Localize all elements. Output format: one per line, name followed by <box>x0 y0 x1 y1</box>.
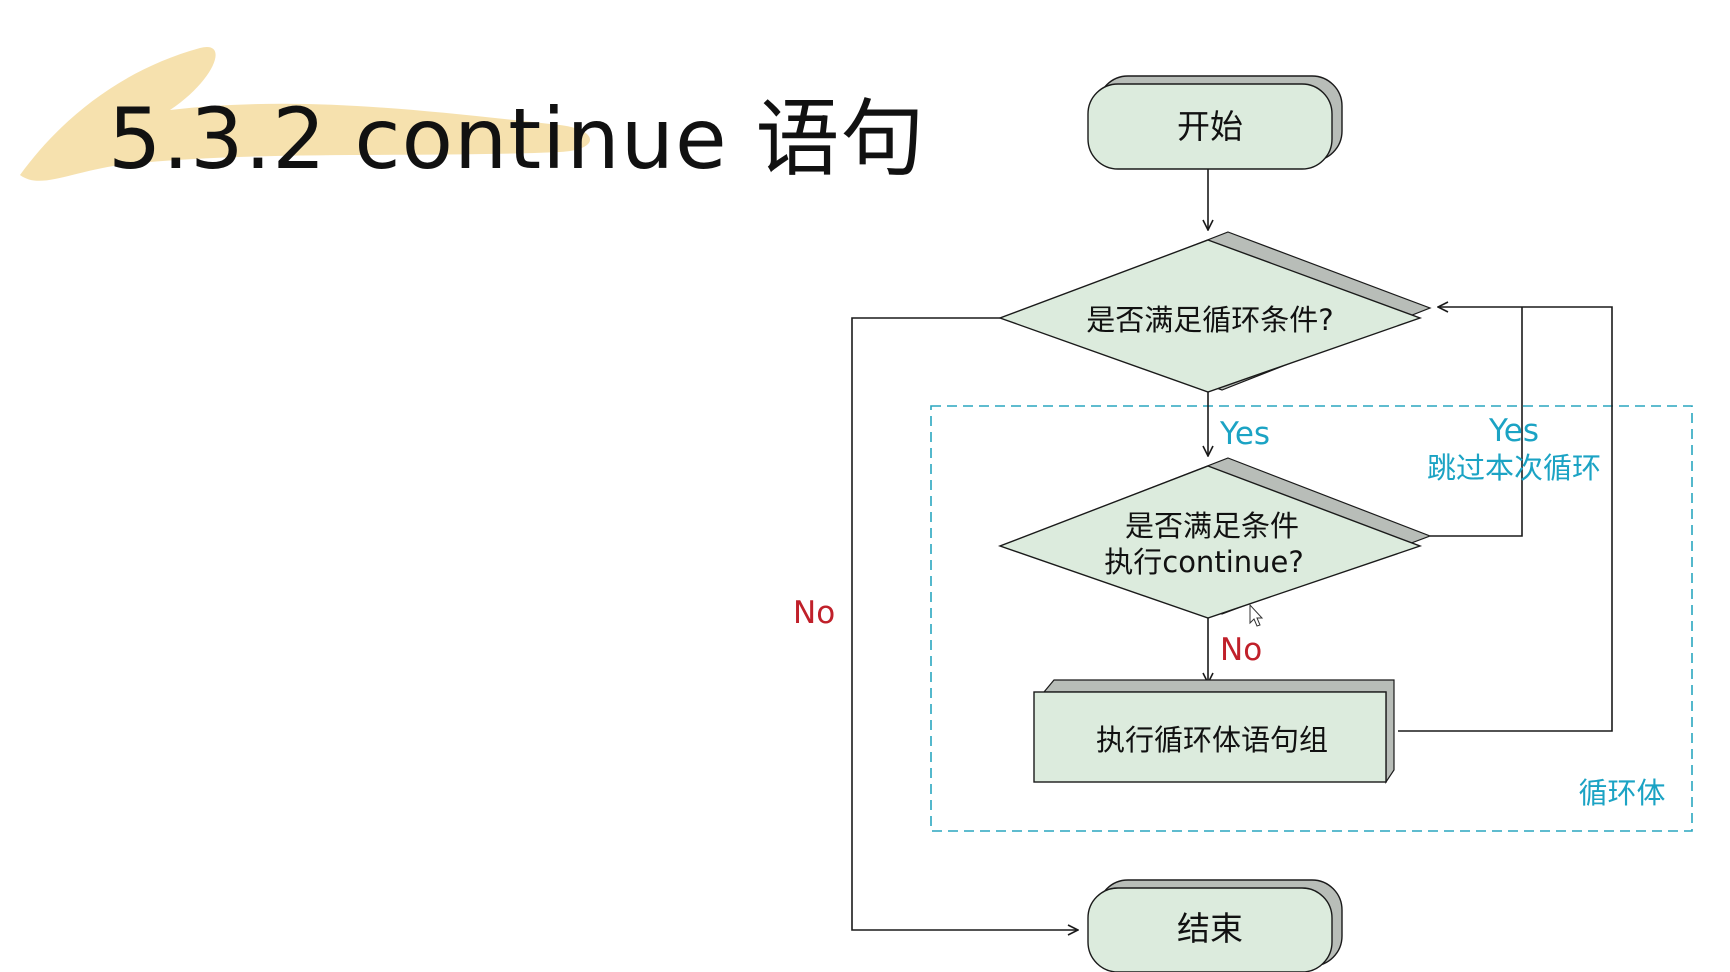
yes-label-continue: Yes <box>1488 413 1539 449</box>
continue-condition-label-2: 执行continue? <box>1104 545 1304 579</box>
mouse-cursor-icon <box>1249 603 1264 627</box>
loop-body-node[interactable]: 执行循环体语句组 <box>1033 679 1395 784</box>
skip-iteration-label: 跳过本次循环 <box>1427 451 1601 485</box>
loop-condition-node[interactable]: 是否满足循环条件? <box>997 231 1432 393</box>
arrow-condition-no <box>851 317 1078 930</box>
end-node[interactable]: 结束 <box>1087 879 1343 972</box>
slide-title: 5.3.2 continue 语句 <box>108 90 926 188</box>
no-label-continue: No <box>1220 632 1262 668</box>
loop-body-label: 执行循环体语句组 <box>1096 723 1328 757</box>
loop-condition-label: 是否满足循环条件? <box>1086 303 1333 337</box>
continue-condition-node[interactable]: 是否满足条件 执行continue? <box>997 457 1432 619</box>
slide: 开始 是否满足循环条件? Yes 是否满足条件 执行continue? No 执… <box>0 0 1730 972</box>
yes-label-loop: Yes <box>1219 416 1270 452</box>
start-node[interactable]: 开始 <box>1087 75 1343 170</box>
end-label: 结束 <box>1177 909 1243 948</box>
loop-body-region-label: 循环体 <box>1578 776 1665 810</box>
start-label: 开始 <box>1177 107 1243 146</box>
arrow-body-loop-back <box>1398 307 1613 732</box>
no-label-loop: No <box>793 595 835 631</box>
continue-condition-label-1: 是否满足条件 <box>1125 509 1299 543</box>
